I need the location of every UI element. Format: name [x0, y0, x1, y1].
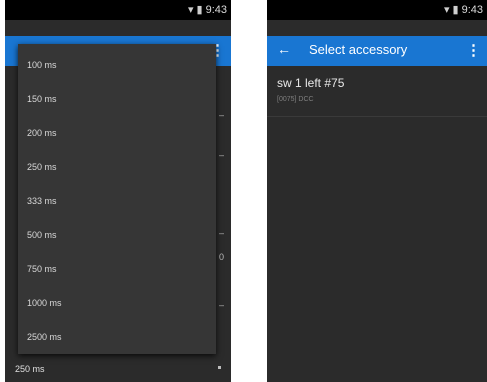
accessory-title: sw 1 left #75 [277, 76, 345, 90]
background-value: 0 [219, 252, 225, 262]
interval-dropdown-menu: 100 ms 150 ms 200 ms 250 ms 333 ms 500 m… [18, 44, 216, 354]
battery-icon: ▮ [452, 4, 459, 16]
right-screen: ▾ ▮ 9:43 ← Select accessory ⋮ sw 1 left … [267, 0, 487, 382]
wifi-icon: ▾ [443, 4, 450, 16]
background-row-indicator: – [219, 150, 225, 160]
dropdown-indicator-icon [218, 366, 221, 369]
dropdown-option[interactable]: 500 ms [27, 230, 57, 240]
more-vert-icon[interactable]: ⋮ [466, 41, 481, 59]
accessory-list-item[interactable]: sw 1 left #75 [0075] DCC [267, 66, 487, 117]
dropdown-option[interactable]: 750 ms [27, 264, 57, 274]
dropdown-option[interactable]: 200 ms [27, 128, 57, 138]
interval-selector[interactable]: 250 ms [5, 360, 231, 382]
arrow-back-icon[interactable]: ← [277, 41, 291, 57]
dropdown-option[interactable]: 333 ms [27, 196, 57, 206]
status-bar: ▾ ▮ 9:43 [5, 0, 231, 20]
background-row-indicator: – [219, 228, 225, 238]
dropdown-option[interactable]: 100 ms [27, 60, 57, 70]
dropdown-option[interactable]: 250 ms [27, 162, 57, 172]
dropdown-option[interactable]: 2500 ms [27, 332, 62, 342]
page-title: Select accessory [309, 42, 408, 57]
accessory-subtitle: [0075] DCC [277, 96, 314, 103]
dropdown-option[interactable]: 150 ms [27, 94, 57, 104]
status-time: 9:43 [461, 3, 483, 16]
background-row-indicator: – [219, 300, 225, 310]
status-time: 9:43 [205, 3, 227, 16]
dropdown-option[interactable]: 1000 ms [27, 298, 62, 308]
wifi-icon: ▾ [187, 4, 194, 16]
background-row-indicator: – [219, 110, 225, 120]
left-screen: ▾ ▮ 9:43 ⋮ – – – 0 – 100 ms 150 ms 200 m… [5, 0, 231, 382]
selected-interval: 250 ms [15, 364, 45, 374]
status-bar: ▾ ▮ 9:43 [267, 0, 487, 20]
battery-icon: ▮ [196, 4, 203, 16]
app-bar: ← Select accessory ⋮ [267, 36, 487, 66]
